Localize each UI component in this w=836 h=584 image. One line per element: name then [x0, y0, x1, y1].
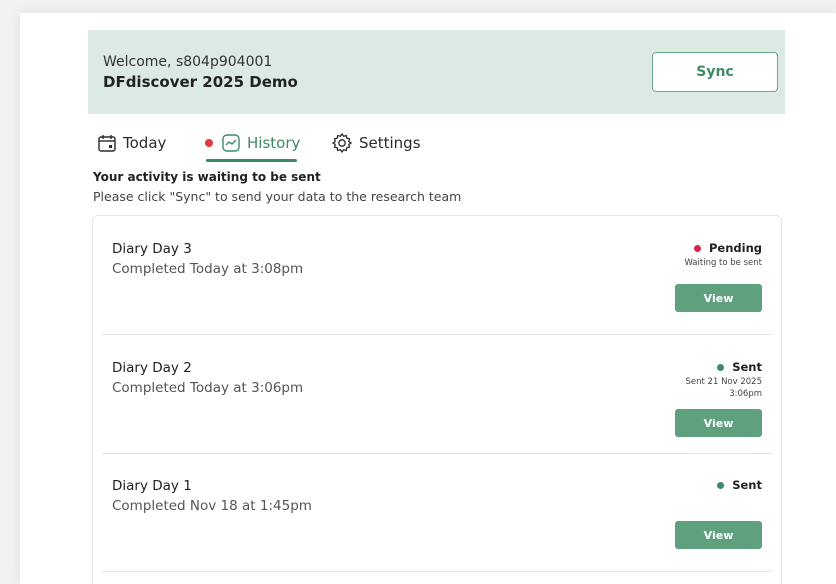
- entry-title: Diary Day 1: [112, 478, 192, 494]
- list-item: Diary Day 3 Completed Today at 3:08pm Pe…: [102, 216, 772, 335]
- notice-subtitle: Please click "Sync" to send your data to…: [93, 189, 462, 204]
- study-name: DFdiscover 2025 Demo: [103, 73, 298, 91]
- status-detail: Waiting to be sent: [684, 257, 762, 269]
- status-dot: [717, 363, 725, 371]
- view-button[interactable]: View: [675, 409, 762, 437]
- entry-completed: Completed Nov 18 at 1:45pm: [112, 498, 312, 514]
- entry-title: Diary Day 2: [112, 360, 192, 376]
- status-badge: Sent: [717, 478, 762, 492]
- welcome-banner: Welcome, s804p904001 DFdiscover 2025 Dem…: [88, 30, 785, 114]
- status-badge: Sent: [717, 360, 762, 374]
- tab-history-label: History: [247, 134, 301, 152]
- history-list: Diary Day 3 Completed Today at 3:08pm Pe…: [92, 215, 782, 584]
- view-button[interactable]: View: [675, 521, 762, 549]
- entry-title: Diary Day 3: [112, 241, 192, 257]
- notification-dot: [205, 139, 213, 147]
- status-detail-line2: 3:06pm: [729, 389, 762, 399]
- sync-button[interactable]: Sync: [652, 52, 778, 92]
- active-tab-indicator: [206, 159, 297, 162]
- tab-today-label: Today: [123, 134, 167, 152]
- entry-completed: Completed Today at 3:06pm: [112, 380, 304, 396]
- status-label: Sent: [732, 360, 762, 374]
- app-card: Welcome, s804p904001 DFdiscover 2025 Dem…: [20, 13, 836, 584]
- status-dot: [717, 481, 725, 489]
- status-dot: [693, 244, 701, 252]
- status-label: Pending: [708, 241, 762, 255]
- list-item: Diary Day 1 Completed Nov 18 at 1:45pm S…: [102, 453, 772, 572]
- history-chart-icon: [221, 133, 241, 153]
- tab-history[interactable]: History: [205, 127, 300, 159]
- tab-today[interactable]: Today: [97, 127, 166, 159]
- view-button[interactable]: View: [675, 284, 762, 312]
- welcome-text: Welcome, s804p904001: [103, 54, 273, 70]
- tab-settings-label: Settings: [359, 134, 421, 152]
- entry-completed: Completed Today at 3:08pm: [112, 261, 304, 277]
- status-detail: Sent 21 Nov 2025 3:06pm: [686, 376, 763, 400]
- notice-title: Your activity is waiting to be sent: [93, 170, 321, 184]
- status-badge: Pending: [693, 241, 762, 255]
- calendar-icon: [97, 133, 117, 153]
- gear-icon: [331, 132, 353, 154]
- tab-settings[interactable]: Settings: [331, 127, 421, 159]
- status-detail-line1: Sent 21 Nov 2025: [685, 377, 763, 387]
- status-label: Sent: [732, 478, 762, 492]
- list-item: Diary Day 2 Completed Today at 3:06pm Se…: [102, 335, 772, 454]
- status-detail-line1: Waiting to be sent: [684, 258, 762, 268]
